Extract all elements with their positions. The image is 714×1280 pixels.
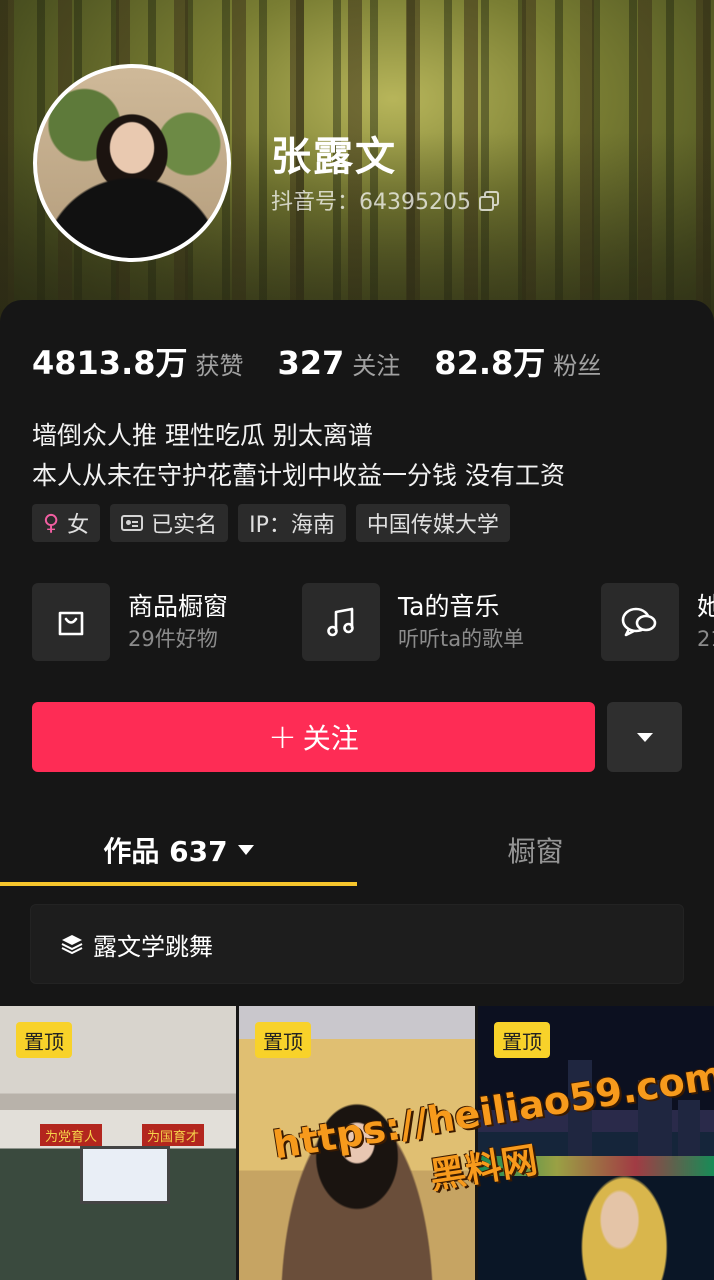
feature-chat-sub: 21 [697, 627, 714, 651]
collection-entry[interactable]: 露文学跳舞 [30, 904, 684, 984]
id-card-icon [121, 515, 144, 531]
layers-icon [61, 935, 83, 955]
feature-group-chat[interactable]: 她 21 [601, 582, 714, 662]
tag-ip: IP：海南 [238, 504, 346, 542]
collection-label: 露文学跳舞 [93, 932, 213, 961]
stat-fans[interactable]: 82.8万 粉丝 [434, 338, 601, 384]
music-note-icon [302, 583, 380, 661]
stat-fans-number: 82.8万 [434, 344, 546, 382]
tab-shop-window[interactable]: 橱窗 [357, 818, 714, 882]
feature-shortcuts: 商品橱窗 29件好物 Ta的音乐 听听ta的歌单 她 21 [32, 582, 714, 664]
bio: 墙倒众人推 理性吃瓜 别太离谱 本人从未在守护花蕾计划中收益一分钱 没有工资 [32, 416, 565, 496]
tag-school-label: 中国传媒大学 [366, 513, 499, 538]
chat-bubble-icon [601, 583, 679, 661]
classroom-screen [80, 1146, 170, 1204]
video-thumbnail[interactable]: 置顶 [239, 1006, 475, 1280]
stat-following-number: 327 [277, 344, 345, 382]
stat-following-label: 关注 [352, 352, 401, 380]
douyin-id: 抖音号：64395205 [271, 190, 471, 215]
profile-tags: ♀ 女 已实名 IP：海南 中国传媒大学 [32, 504, 510, 542]
feature-shop-sub: 29件好物 [128, 627, 218, 651]
pinned-badge: 置顶 [255, 1022, 311, 1058]
tag-verified-label: 已实名 [151, 513, 218, 538]
video-thumbnail[interactable]: 为党育人 为国育才 置顶 [0, 1006, 236, 1280]
tab-indicator [0, 882, 357, 886]
feature-shop-title: 商品橱窗 [128, 592, 229, 621]
tag-gender-label: 女 [67, 513, 90, 538]
stat-fans-label: 粉丝 [553, 352, 602, 380]
feature-music-sub: 听听ta的歌单 [398, 627, 525, 651]
stats-row: 4813.8万 获赞 327 关注 82.8万 粉丝 [32, 338, 635, 384]
follow-button[interactable]: + 关注 [32, 702, 595, 772]
city-building [678, 1100, 700, 1160]
video-grid: 为党育人 为国育才 置顶 置顶 置顶 [0, 1006, 714, 1280]
follow-button-label: 关注 [302, 722, 359, 755]
avatar[interactable] [33, 64, 231, 262]
chevron-down-icon [636, 732, 653, 742]
content-tabs: 作品 637 橱窗 [0, 818, 714, 886]
classroom-banner: 为国育才 [142, 1124, 204, 1146]
feature-music-title: Ta的音乐 [398, 592, 500, 621]
bio-line: 墙倒众人推 理性吃瓜 别太离谱 [32, 421, 373, 450]
tag-ip-label: IP：海南 [249, 513, 335, 538]
tab-works-label: 作品 637 [103, 835, 228, 868]
tab-works[interactable]: 作品 637 [0, 818, 357, 882]
bio-line: 本人从未在守护花蕾计划中收益一分钱 没有工资 [32, 461, 565, 490]
tag-gender: ♀ 女 [32, 504, 101, 542]
pinned-badge: 置顶 [494, 1022, 550, 1058]
pinned-badge: 置顶 [16, 1022, 72, 1058]
douyin-id-row[interactable]: 抖音号：64395205 [271, 184, 499, 216]
shopping-bag-icon [32, 583, 110, 661]
tab-shop-label: 橱窗 [507, 835, 564, 868]
feature-music[interactable]: Ta的音乐 听听ta的歌单 [302, 582, 524, 662]
river-lights [478, 1156, 714, 1176]
female-icon: ♀ [43, 510, 60, 536]
video-thumbnail[interactable]: 置顶 [478, 1006, 714, 1280]
city-building [638, 1080, 672, 1160]
tag-verified[interactable]: 已实名 [110, 504, 229, 542]
stat-following[interactable]: 327 关注 [278, 344, 401, 382]
profile-panel: 4813.8万 获赞 327 关注 82.8万 粉丝 墙倒众人推 理性吃瓜 别太… [0, 300, 714, 1280]
plus-icon: + [268, 717, 297, 757]
tag-school[interactable]: 中国传媒大学 [355, 504, 510, 542]
feature-shop-window[interactable]: 商品橱窗 29件好物 [32, 582, 228, 662]
classroom-banner: 为党育人 [40, 1124, 102, 1146]
stat-likes-label: 获赞 [195, 352, 244, 380]
stat-likes-number: 4813.8万 [32, 344, 188, 382]
follow-more-button[interactable] [607, 702, 682, 772]
copy-icon[interactable] [478, 191, 499, 211]
stat-likes[interactable]: 4813.8万 获赞 [32, 338, 244, 384]
profile-name: 张露文 [271, 134, 397, 180]
feature-chat-title: 她 [697, 592, 714, 621]
profile-banner: 张露文 抖音号：64395205 [0, 0, 714, 330]
city-building [568, 1060, 592, 1160]
caret-down-icon [237, 845, 254, 855]
